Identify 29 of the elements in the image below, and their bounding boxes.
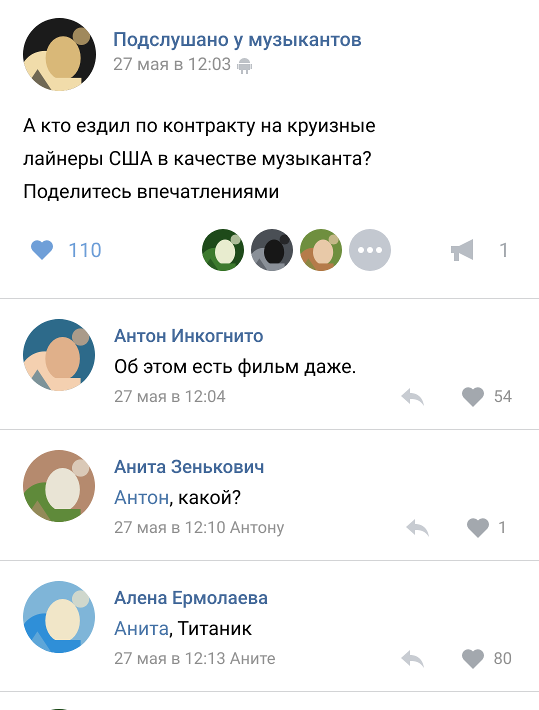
post-date: 27 мая в 12:03 [113, 55, 232, 75]
like-button[interactable]: 54 [461, 386, 512, 408]
comment-author[interactable]: Анита Зенькович [114, 456, 512, 478]
heart-icon [461, 648, 486, 670]
comment-text: Антон, какой? [114, 486, 242, 509]
reply-icon[interactable] [401, 650, 426, 668]
heart-icon [30, 239, 54, 261]
like-button[interactable]: 110 [30, 238, 202, 262]
reply-icon[interactable] [401, 388, 426, 406]
comment-author[interactable]: Антон Инкогнито [114, 325, 512, 347]
mention-link[interactable]: Антон [114, 486, 170, 509]
comment-date: 27 мая в 12:10 Антону [114, 518, 284, 538]
mention-link[interactable]: Анита [114, 617, 170, 640]
comment-author[interactable]: Алена Ермолаева [114, 587, 512, 609]
community-name[interactable]: Подслушано у музыкантов [113, 28, 362, 51]
comment-text: Анита, Титаник [114, 617, 254, 640]
like-button[interactable]: 1 [466, 517, 512, 539]
more-icon [358, 247, 382, 253]
heart-icon [461, 386, 486, 408]
more-button[interactable] [349, 229, 391, 271]
post-text: А кто ездил по контракту на круизные лайнеры США в качестве музыканта? Поделитесь впечатлениями [23, 113, 377, 205]
comment-text: Об этом есть фильм даже. [114, 355, 358, 378]
heart-icon [466, 517, 490, 539]
like-button[interactable]: 80 [461, 648, 512, 670]
android-icon [237, 56, 252, 74]
comment-date: 27 мая в 12:13 Аните [114, 650, 276, 668]
reply-icon[interactable] [406, 519, 430, 537]
repost-button[interactable]: 1 [450, 238, 510, 262]
comment-date: 27 мая в 12:04 [114, 388, 226, 406]
